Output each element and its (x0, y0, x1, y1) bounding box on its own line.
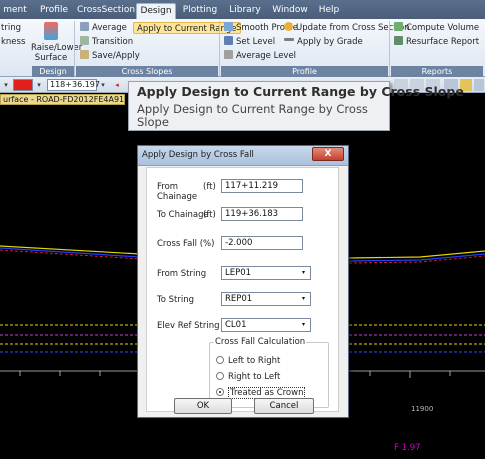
ribbon-panel: tring kness Raise/Lower Surface Average … (0, 19, 485, 77)
from-string-label: From String (157, 269, 207, 279)
set-level-icon (224, 36, 233, 45)
from-chainage-label: From Chainage (157, 182, 198, 202)
average-button[interactable]: Average (80, 22, 127, 34)
radio-left-to-right[interactable]: Left to Right (216, 355, 280, 367)
tab-help[interactable]: Help (312, 3, 346, 19)
set-level-button[interactable]: Set Level (224, 36, 275, 48)
tooltip-body: Apply Design to Current Range by Cross S… (137, 102, 368, 129)
chevron-down-icon[interactable]: ▾ (298, 268, 309, 278)
to-chainage-label: To Chainage (157, 210, 209, 220)
ribbon-separator (219, 21, 220, 76)
document-tab[interactable]: urface - ROAD-FD2012FE4A915443 (0, 94, 125, 105)
group-label-design: Design (32, 66, 74, 77)
compute-volume-icon (394, 22, 403, 31)
close-icon[interactable]: X (312, 147, 344, 161)
save-apply-button[interactable]: Save/Apply (80, 50, 140, 62)
radio-selected-icon (216, 388, 224, 396)
radio-icon (216, 356, 224, 364)
dropdown-arrow-icon[interactable]: ▾ (98, 79, 108, 91)
surface-line (348, 250, 485, 259)
ribbon-separator (74, 21, 75, 76)
dropdown-arrow-icon[interactable]: ▾ (1, 79, 11, 91)
elev-ref-value: CL01 (225, 320, 247, 330)
from-string-value: LEP01 (225, 268, 252, 278)
dialog-titlebar[interactable]: Apply Design by Cross Fall X (138, 146, 348, 166)
resurface-report-button[interactable]: Resurface Report (394, 36, 479, 48)
from-string-select[interactable]: LEP01 ▾ (221, 266, 311, 280)
tab-crosssection[interactable]: CrossSection (76, 3, 136, 19)
group-title: Cross Fall Calculation (214, 337, 307, 347)
to-string-select[interactable]: REP01 ▾ (221, 292, 311, 306)
chevron-down-icon[interactable]: ▾ (298, 294, 309, 304)
cancel-button[interactable]: Cancel (254, 398, 314, 414)
average-level-icon (224, 50, 233, 59)
radio-icon (216, 372, 224, 380)
cross-fall-label: Cross Fall (%) (157, 239, 215, 249)
save-apply-icon (80, 50, 89, 59)
elev-ref-select[interactable]: CL01 ▾ (221, 318, 311, 332)
chevron-down-icon[interactable]: ▾ (298, 320, 309, 330)
cross-fall-field[interactable]: -2.000 (221, 236, 303, 250)
tab-profile[interactable]: Profile (36, 3, 72, 19)
ribbon-cut-item-2[interactable]: kness (1, 36, 25, 48)
group-label-cross-slopes: Cross Slopes (76, 66, 218, 77)
dialog-title: Apply Design by Cross Fall (142, 150, 254, 160)
raise-lower-button[interactable]: Raise/Lower Surface (31, 43, 82, 65)
tab-design[interactable]: Design (136, 3, 176, 19)
smooth-profile-icon (224, 22, 233, 31)
tab-window[interactable]: Window (268, 3, 312, 19)
to-unit-label: (ft) (203, 210, 216, 220)
transition-icon (80, 36, 89, 45)
tooltip-title: Apply Design to Current Range by Cross S… (137, 84, 464, 99)
ribbon-separator (389, 21, 390, 76)
resurface-report-icon (394, 36, 403, 45)
update-icon (284, 22, 293, 31)
from-unit-label: (ft) (203, 182, 216, 192)
group-label-profile: Profile (221, 66, 388, 77)
tab-partial[interactable]: ment (0, 3, 30, 19)
raise-lower-icon (44, 22, 58, 40)
profile-line (0, 249, 141, 260)
from-chainage-field[interactable]: 117+11.219 (221, 179, 303, 193)
ribbon-cut-item-1[interactable]: tring (1, 22, 21, 34)
previous-chainage-icon[interactable]: ◂ (112, 79, 122, 91)
to-string-value: REP01 (225, 294, 253, 304)
app-window: ment Profile CrossSection Design Plottin… (0, 0, 485, 459)
ribbon-tab-bar: ment Profile CrossSection Design Plottin… (0, 0, 485, 19)
grade-icon (284, 38, 294, 41)
tab-library[interactable]: Library (226, 3, 264, 19)
dialog-body: From Chainage (ft) 117+11.219 To Chainag… (146, 167, 339, 412)
transition-button[interactable]: Transition (80, 36, 133, 48)
tab-plotting[interactable]: Plotting (178, 3, 222, 19)
ok-button[interactable]: OK (174, 398, 232, 414)
radio-right-to-left[interactable]: Right to Left (216, 371, 280, 383)
apply-by-grade-button[interactable]: Apply by Grade (284, 36, 363, 48)
dropdown-arrow-icon[interactable]: ▾ (34, 79, 44, 91)
apply-design-dialog: Apply Design by Cross Fall X From Chaina… (137, 145, 349, 418)
station-label: 11900 (411, 405, 434, 413)
group-label-reports: Reports (391, 66, 483, 77)
update-from-cross-section-button[interactable]: Update from Cross Section (284, 22, 410, 34)
chainage-input[interactable]: 118+36.197 (47, 79, 100, 91)
status-readout: F 1.97 (394, 443, 421, 453)
average-icon (80, 22, 89, 31)
to-string-label: To String (157, 295, 195, 305)
average-level-button[interactable]: Average Level (224, 50, 296, 62)
ribbon-tooltip: Apply Design to Current Range by Cross S… (128, 81, 464, 131)
compute-volume-button[interactable]: Compute Volume (394, 22, 479, 34)
to-chainage-field[interactable]: 119+36.183 (221, 207, 303, 221)
toolbar-tool-icon[interactable] (474, 79, 484, 91)
elev-ref-label: Elev Ref String (157, 321, 220, 331)
color-select[interactable] (13, 79, 33, 91)
